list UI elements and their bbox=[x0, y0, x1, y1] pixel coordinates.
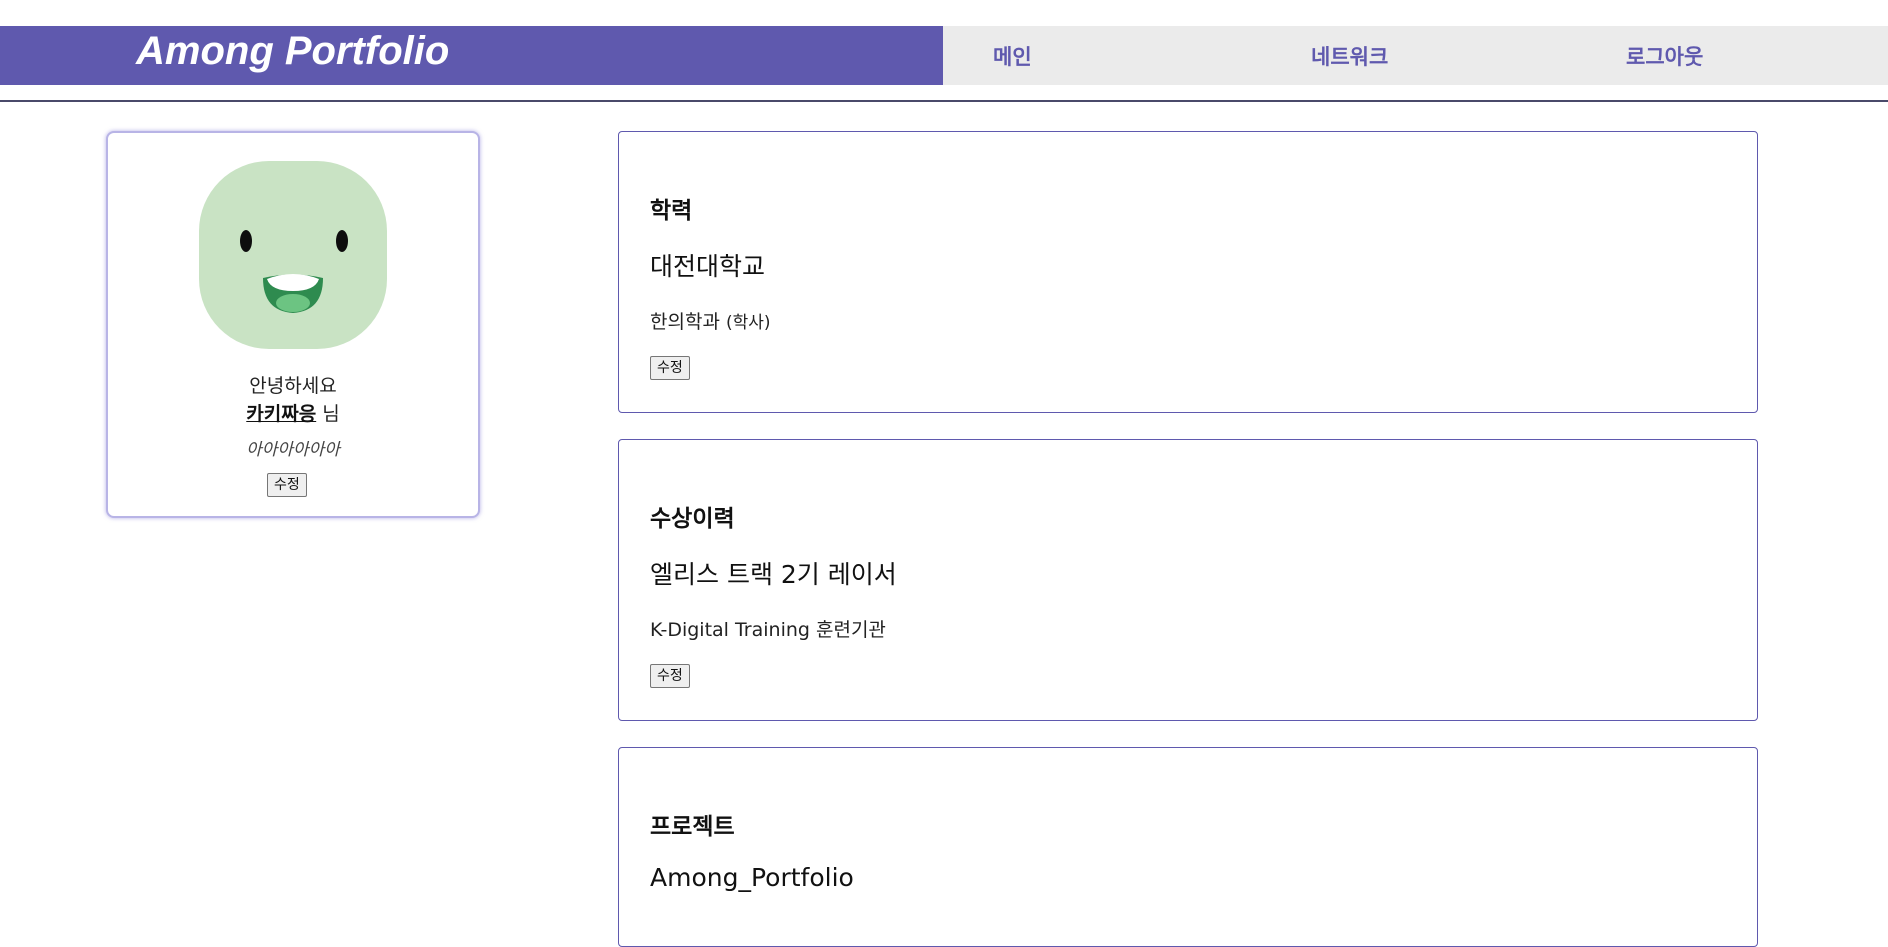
profile-greeting: 안녕하세요 bbox=[249, 375, 337, 397]
education-title: 학력 bbox=[650, 198, 693, 224]
nav-bar: 메인 네트워크 로그아웃 bbox=[943, 26, 1888, 85]
profile-name-line: 카키짜응 님 bbox=[108, 399, 478, 426]
profile-edit-button[interactable]: 수정 bbox=[267, 473, 307, 497]
education-degree: (학사) bbox=[725, 313, 771, 333]
projects-card: 프로젝트 Among_Portfolio bbox=[618, 747, 1758, 947]
nav-main-link[interactable]: 메인 bbox=[993, 41, 1032, 71]
award-name: 엘리스 트랙 2기 레이서 bbox=[650, 560, 897, 589]
profile-card: 안녕하세요 카키짜응 님 아아아아아아 수정 bbox=[106, 131, 480, 518]
awards-title: 수상이력 bbox=[650, 506, 735, 532]
top-header: Among Portfolio 메인 네트워크 로그아웃 bbox=[0, 26, 1888, 85]
education-school: 대전대학교 bbox=[650, 252, 766, 281]
brand-logo[interactable]: Among Portfolio bbox=[136, 29, 449, 74]
profile-honorific: 님 bbox=[322, 403, 340, 425]
brand-bar: Among Portfolio bbox=[0, 26, 943, 85]
smiling-face-avatar-icon bbox=[199, 161, 387, 349]
education-major: 한의학과 bbox=[650, 311, 720, 333]
profile-description: 아아아아아아 bbox=[246, 440, 340, 460]
nav-logout-link[interactable]: 로그아웃 bbox=[1626, 41, 1703, 71]
projects-title: 프로젝트 bbox=[650, 814, 735, 840]
project-name: Among_Portfolio bbox=[650, 863, 854, 892]
profile-username-link[interactable]: 카키짜응 bbox=[246, 403, 316, 425]
education-card: 학력 대전대학교 한의학과 (학사) 수정 bbox=[618, 131, 1758, 413]
header-divider bbox=[0, 100, 1888, 102]
awards-card: 수상이력 엘리스 트랙 2기 레이서 K-Digital Training 훈련… bbox=[618, 439, 1758, 721]
awards-edit-button[interactable]: 수정 bbox=[650, 664, 690, 688]
nav-network-link[interactable]: 네트워크 bbox=[1311, 41, 1388, 71]
award-description: K-Digital Training 훈련기관 bbox=[650, 619, 886, 641]
education-edit-button[interactable]: 수정 bbox=[650, 356, 690, 380]
education-detail: 한의학과 (학사) bbox=[650, 307, 771, 334]
